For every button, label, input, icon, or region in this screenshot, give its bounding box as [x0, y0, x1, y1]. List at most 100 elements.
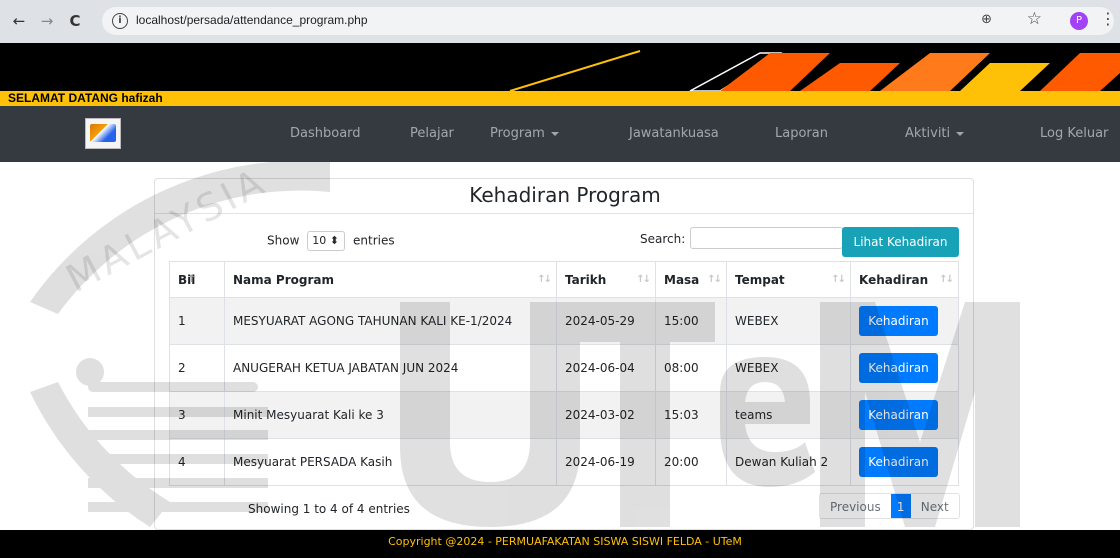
browser-menu-icon[interactable]: ⋮ — [1100, 9, 1116, 28]
welcome-bar: SELAMAT DATANG hafizah — [0, 91, 1120, 106]
table-row: 1 MESYUARAT AGONG TAHUNAN KALI KE-1/2024… — [169, 297, 959, 345]
cell-nama-program: MESYUARAT AGONG TAHUNAN KALI KE-1/2024 — [224, 297, 557, 345]
cell-tarikh: 2024-06-19 — [556, 438, 656, 486]
sort-icon: ↑↓ — [831, 274, 846, 285]
footer: Copyright @2024 - PERMUAFAKATAN SISWA SI… — [0, 530, 1120, 558]
cell-nama-program: Mesyuarat PERSADA Kasih — [224, 438, 557, 486]
nav-program-label: Program — [490, 126, 545, 141]
pagination: Previous 1 Next — [819, 493, 960, 519]
cell-bil: 4 — [169, 438, 225, 486]
cell-masa: 20:00 — [655, 438, 727, 486]
nav-jawatankuasa[interactable]: Jawatankuasa — [629, 126, 719, 141]
cell-kehadiran: Kehadiran — [850, 391, 959, 439]
kehadiran-button[interactable]: Kehadiran — [859, 400, 938, 430]
bookmark-star-icon[interactable]: ☆ — [1027, 9, 1042, 29]
table-header-row: Bil ↑ Nama Program ↑↓ Tarikh ↑↓ Masa ↑↓ Temp… — [169, 261, 959, 298]
column-header-tempat[interactable]: Tempat ↑↓ — [726, 261, 851, 298]
table-row: 3 Minit Mesyuarat Kali ke 3 2024-03-02 1… — [169, 391, 959, 439]
column-header-masa[interactable]: Masa ↑↓ — [655, 261, 727, 298]
search-label: Search: — [640, 232, 686, 246]
sort-icon: ↑↓ — [537, 274, 552, 285]
cell-masa: 15:03 — [655, 391, 727, 439]
column-header-label: Tempat — [735, 272, 785, 287]
nav-dashboard[interactable]: Dashboard — [290, 126, 361, 141]
program-table: Bil ↑ Nama Program ↑↓ Tarikh ↑↓ Masa ↑↓ Temp… — [169, 261, 959, 486]
sort-icon: ↑↓ — [707, 274, 722, 285]
browser-toolbar: ← → C i localhost/persada/attendance_pro… — [0, 0, 1120, 43]
column-header-label: Tarikh — [565, 272, 607, 287]
main-navbar: Dashboard Pelajar Program Jawatankuasa L… — [0, 106, 1120, 162]
kehadiran-button[interactable]: Kehadiran — [859, 306, 938, 336]
next-page-button[interactable]: Next — [910, 494, 959, 518]
back-icon[interactable]: ← — [8, 10, 30, 32]
nav-laporan[interactable]: Laporan — [775, 126, 828, 141]
address-bar[interactable]: i localhost/persada/attendance_program.p… — [102, 7, 1114, 35]
kehadiran-button[interactable]: Kehadiran — [859, 447, 938, 477]
nav-aktiviti-dropdown[interactable]: Aktiviti — [905, 126, 965, 141]
nav-pelajar[interactable]: Pelajar — [410, 126, 454, 141]
column-header-label: Masa — [664, 272, 700, 287]
nav-aktiviti-label: Aktiviti — [905, 126, 951, 141]
table-row: 4 Mesyuarat PERSADA Kasih 2024-06-19 20:… — [169, 438, 959, 486]
cell-tempat: Dewan Kuliah 2 — [726, 438, 851, 486]
kehadiran-button[interactable]: Kehadiran — [859, 353, 938, 383]
sort-asc-icon: ↑ — [187, 274, 197, 285]
sort-icon: ↑↓ — [636, 274, 651, 285]
title-divider — [155, 213, 973, 214]
forward-icon[interactable]: → — [36, 10, 58, 32]
nav-log-keluar-label: Log Keluar — [1040, 126, 1109, 141]
footer-copyright: Copyright @2024 - PERMUAFAKATAN SISWA SI… — [388, 535, 742, 548]
table-info: Showing 1 to 4 of 4 entries — [248, 502, 410, 516]
nav-laporan-label: Laporan — [775, 126, 828, 141]
show-label: Show — [267, 233, 300, 248]
search-input[interactable] — [690, 227, 843, 249]
zoom-icon[interactable]: ⊕ — [981, 12, 992, 27]
cell-kehadiran: Kehadiran — [850, 344, 959, 392]
caret-down-icon — [550, 131, 559, 136]
cell-tarikh: 2024-06-04 — [556, 344, 656, 392]
cell-masa: 08:00 — [655, 344, 727, 392]
cell-masa: 15:00 — [655, 297, 727, 345]
lihat-kehadiran-button[interactable]: Lihat Kehadiran — [842, 227, 959, 257]
header-banner — [0, 43, 1120, 91]
cell-kehadiran: Kehadiran — [850, 438, 959, 486]
page-title: Kehadiran Program — [469, 183, 661, 207]
column-header-bil[interactable]: Bil ↑ — [169, 261, 225, 298]
site-info-icon[interactable]: i — [112, 13, 128, 29]
previous-page-button[interactable]: Previous — [820, 494, 891, 518]
logo-graphic — [90, 124, 116, 142]
length-control: Show 10 ⬍ entries — [267, 231, 395, 251]
cell-nama-program: ANUGERAH KETUA JABATAN JUN 2024 — [224, 344, 557, 392]
nav-jawatankuasa-label: Jawatankuasa — [629, 126, 719, 141]
profile-avatar[interactable]: P — [1070, 12, 1088, 30]
nav-log-keluar[interactable]: Log Keluar — [1040, 126, 1108, 141]
entries-select[interactable]: 10 ⬍ — [307, 231, 346, 251]
column-header-kehadiran[interactable]: Kehadiran ↑↓ — [850, 261, 959, 298]
cell-tarikh: 2024-05-29 — [556, 297, 656, 345]
column-header-nama-program[interactable]: Nama Program ↑↓ — [224, 261, 557, 298]
url-text[interactable]: localhost/persada/attendance_program.php — [136, 13, 368, 27]
cell-tempat: WEBEX — [726, 297, 851, 345]
cell-tempat: teams — [726, 391, 851, 439]
cell-bil: 1 — [169, 297, 225, 345]
cell-bil: 2 — [169, 344, 225, 392]
entries-label: entries — [353, 233, 395, 248]
entries-select-value: 10 — [312, 234, 327, 247]
column-header-label: Nama Program — [233, 272, 334, 287]
column-header-label: Kehadiran — [859, 272, 929, 287]
page-1-button[interactable]: 1 — [890, 494, 911, 518]
attendance-card: Kehadiran Program Show 10 ⬍ entries Sear… — [154, 178, 974, 530]
sort-icon: ↑↓ — [939, 274, 954, 285]
nav-pelajar-label: Pelajar — [410, 126, 454, 141]
reload-icon[interactable]: C — [64, 10, 86, 32]
cell-tarikh: 2024-03-02 — [556, 391, 656, 439]
cell-tempat: WEBEX — [726, 344, 851, 392]
welcome-text: SELAMAT DATANG hafizah — [8, 91, 163, 105]
nav-dashboard-label: Dashboard — [290, 126, 361, 141]
table-row: 2 ANUGERAH KETUA JABATAN JUN 2024 2024-0… — [169, 344, 959, 392]
cell-bil: 3 — [169, 391, 225, 439]
nav-program-dropdown[interactable]: Program — [490, 126, 559, 141]
cell-kehadiran: Kehadiran — [850, 297, 959, 345]
persada-logo[interactable] — [85, 118, 121, 149]
column-header-tarikh[interactable]: Tarikh ↑↓ — [556, 261, 656, 298]
